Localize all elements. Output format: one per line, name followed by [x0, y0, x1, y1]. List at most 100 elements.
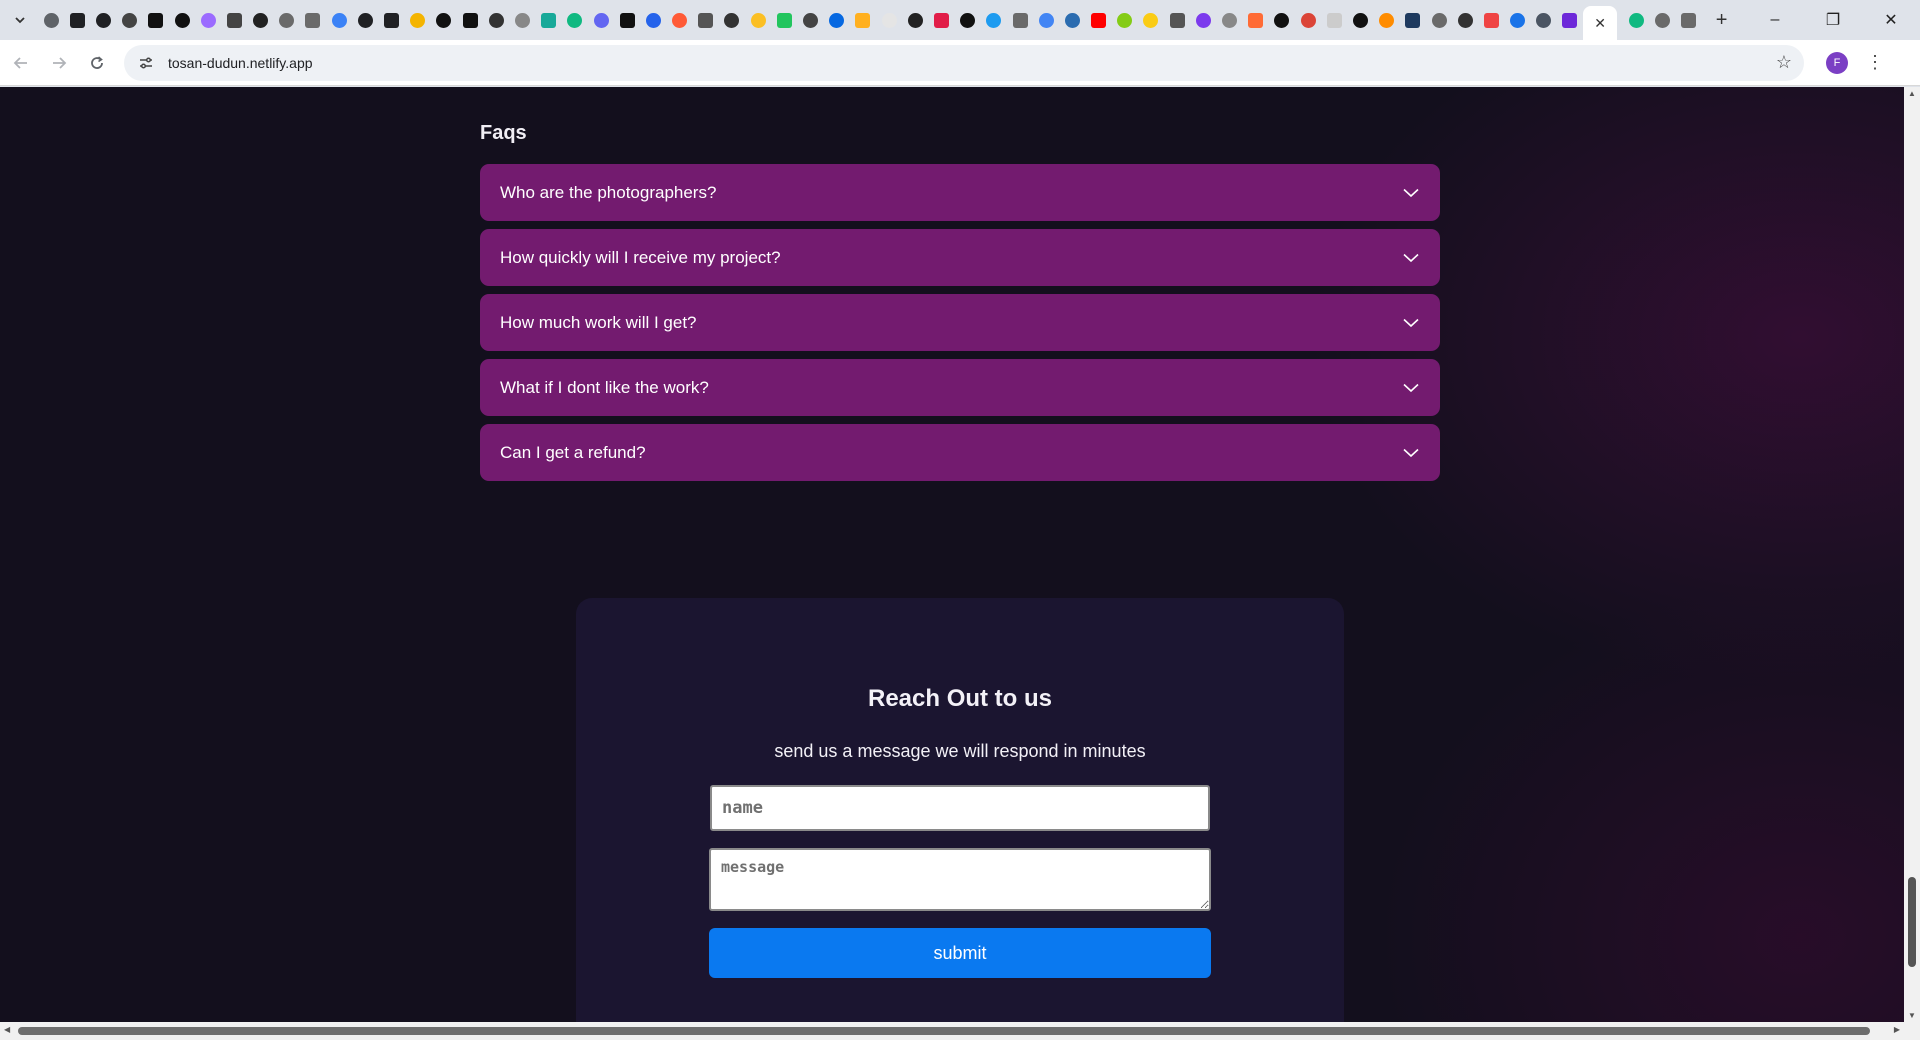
faq-item[interactable]: Who are the photographers?: [480, 164, 1440, 221]
tab-favicon-icon[interactable]: [1478, 7, 1504, 33]
tab-search-chevron-icon[interactable]: [8, 8, 32, 32]
tab-favicon-icon[interactable]: [667, 7, 693, 33]
tab-favicon-icon[interactable]: [1623, 7, 1649, 33]
reload-icon[interactable]: [80, 46, 114, 80]
tab-favicon-icon[interactable]: [1347, 7, 1373, 33]
tab-favicon-icon[interactable]: [1190, 7, 1216, 33]
horizontal-scrollbar[interactable]: ◀ ▶: [0, 1022, 1920, 1040]
scroll-up-arrow-icon[interactable]: ▲: [1908, 89, 1916, 98]
tab-favicon-icon[interactable]: [1426, 7, 1452, 33]
tab-favicon-icon[interactable]: [1164, 7, 1190, 33]
back-arrow-icon[interactable]: [4, 46, 38, 80]
message-input[interactable]: [709, 848, 1211, 911]
trailing-tabs: [1623, 7, 1702, 33]
tab-favicon-icon[interactable]: [797, 7, 823, 33]
faq-item[interactable]: How much work will I get?: [480, 294, 1440, 351]
tab-favicon-icon[interactable]: [614, 7, 640, 33]
profile-avatar[interactable]: F: [1826, 51, 1848, 74]
tab-favicon-icon[interactable]: [248, 7, 274, 33]
close-window-icon[interactable]: ✕: [1862, 0, 1920, 40]
forward-arrow-icon[interactable]: [42, 46, 76, 80]
tab-favicon-icon[interactable]: [1086, 7, 1112, 33]
tab-favicon-icon[interactable]: [1374, 7, 1400, 33]
new-tab-button[interactable]: +: [1708, 6, 1736, 34]
tab-favicon-icon[interactable]: [536, 7, 562, 33]
tab-favicon-icon[interactable]: [955, 7, 981, 33]
tab-favicon-icon[interactable]: [1007, 7, 1033, 33]
tab-favicon-icon[interactable]: [483, 7, 509, 33]
tab-favicon-icon[interactable]: [902, 7, 928, 33]
tab-favicon-icon[interactable]: [509, 7, 535, 33]
tab-favicon-icon[interactable]: [876, 7, 902, 33]
tab-favicon-icon[interactable]: [143, 7, 169, 33]
tab-favicon-icon[interactable]: [562, 7, 588, 33]
tab-favicon-icon[interactable]: [169, 7, 195, 33]
faq-item[interactable]: What if I dont like the work?: [480, 359, 1440, 416]
vertical-scroll-thumb[interactable]: [1908, 877, 1916, 967]
scroll-down-arrow-icon[interactable]: ▼: [1908, 1011, 1916, 1020]
active-tab[interactable]: ✕: [1583, 6, 1618, 40]
vertical-scrollbar[interactable]: ▲ ▼: [1904, 87, 1920, 1022]
tab-favicon-icon[interactable]: [1112, 7, 1138, 33]
tab-favicon-icon[interactable]: [38, 7, 64, 33]
site-info-icon[interactable]: [136, 53, 156, 73]
chevron-down-icon[interactable]: [1402, 249, 1420, 267]
tab-favicon-icon[interactable]: [195, 7, 221, 33]
tab-favicon-icon[interactable]: [1216, 7, 1242, 33]
tab-favicon-icon[interactable]: [300, 7, 326, 33]
tab-favicon-icon[interactable]: [1505, 7, 1531, 33]
tab-favicon-icon[interactable]: [1321, 7, 1347, 33]
tab-favicon-icon[interactable]: [1243, 7, 1269, 33]
tab-favicon-icon[interactable]: [1138, 7, 1164, 33]
tab-favicon-icon[interactable]: [640, 7, 666, 33]
tab-favicon-icon[interactable]: [1675, 7, 1701, 33]
scroll-right-arrow-icon[interactable]: ▶: [1894, 1025, 1900, 1034]
tab-favicon-icon[interactable]: [771, 7, 797, 33]
tab-favicon-icon[interactable]: [274, 7, 300, 33]
bookmark-star-icon[interactable]: ☆: [1776, 52, 1792, 73]
tab-favicon-icon[interactable]: [1531, 7, 1557, 33]
tab-favicon-icon[interactable]: [1295, 7, 1321, 33]
browser-menu-icon[interactable]: ⋮: [1866, 52, 1884, 73]
tab-favicon-icon[interactable]: [693, 7, 719, 33]
tab-favicon-icon[interactable]: [457, 7, 483, 33]
address-bar[interactable]: tosan-dudun.netlify.app ☆: [124, 44, 1804, 81]
minimize-icon[interactable]: –: [1746, 0, 1804, 40]
tab-favicon-icon[interactable]: [588, 7, 614, 33]
chevron-down-icon[interactable]: [1402, 314, 1420, 332]
tab-favicon-icon[interactable]: [405, 7, 431, 33]
tab-favicon-icon[interactable]: [378, 7, 404, 33]
tab-favicon-icon[interactable]: [824, 7, 850, 33]
tab-favicon-icon[interactable]: [90, 7, 116, 33]
close-tab-icon[interactable]: ✕: [1594, 15, 1606, 32]
faq-item[interactable]: How quickly will I receive my project?: [480, 229, 1440, 286]
chevron-down-icon[interactable]: [1402, 184, 1420, 202]
tab-favicon-icon[interactable]: [981, 7, 1007, 33]
url-text[interactable]: tosan-dudun.netlify.app: [168, 55, 313, 71]
submit-button[interactable]: submit: [709, 928, 1211, 978]
tab-favicon-icon[interactable]: [64, 7, 90, 33]
chevron-down-icon[interactable]: [1402, 379, 1420, 397]
tab-favicon-icon[interactable]: [221, 7, 247, 33]
tab-favicon-icon[interactable]: [719, 7, 745, 33]
tab-favicon-icon[interactable]: [1649, 7, 1675, 33]
chevron-down-icon[interactable]: [1402, 444, 1420, 462]
horizontal-scroll-thumb[interactable]: [18, 1027, 1870, 1035]
name-input[interactable]: [710, 785, 1210, 831]
tab-favicon-icon[interactable]: [1400, 7, 1426, 33]
tab-favicon-icon[interactable]: [326, 7, 352, 33]
tab-favicon-icon[interactable]: [1452, 7, 1478, 33]
tab-favicon-icon[interactable]: [850, 7, 876, 33]
tab-favicon-icon[interactable]: [1269, 7, 1295, 33]
tab-favicon-icon[interactable]: [117, 7, 143, 33]
tab-favicon-icon[interactable]: [928, 7, 954, 33]
tab-favicon-icon[interactable]: [745, 7, 771, 33]
faq-item[interactable]: Can I get a refund?: [480, 424, 1440, 481]
scroll-left-arrow-icon[interactable]: ◀: [4, 1025, 10, 1034]
tab-favicon-icon[interactable]: [1033, 7, 1059, 33]
tab-favicon-icon[interactable]: [1059, 7, 1085, 33]
tab-favicon-icon[interactable]: [431, 7, 457, 33]
tab-favicon-icon[interactable]: [352, 7, 378, 33]
maximize-icon[interactable]: ❐: [1804, 0, 1862, 40]
tab-favicon-icon[interactable]: [1557, 7, 1583, 33]
